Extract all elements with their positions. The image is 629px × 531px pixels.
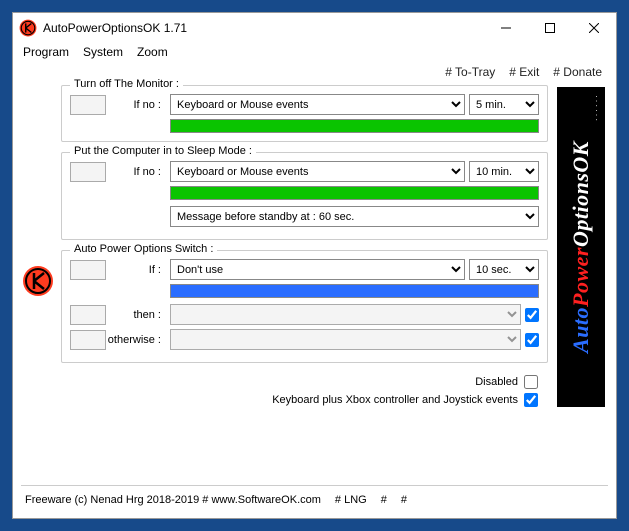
switch-progress: [170, 284, 539, 298]
window-title: AutoPowerOptionsOK 1.71: [43, 21, 484, 35]
window-controls: [484, 13, 616, 43]
switch-then-select[interactable]: [170, 304, 521, 325]
disabled-checkbox[interactable]: [524, 375, 538, 389]
monitor-time-select[interactable]: 5 min.: [469, 94, 539, 115]
banner-auto: Auto: [568, 307, 593, 353]
titlebar: AutoPowerOptionsOK 1.71: [13, 13, 616, 43]
menu-system[interactable]: System: [83, 45, 123, 59]
bottom-checks: Disabled Keyboard plus Xbox controller a…: [61, 373, 548, 413]
menubar: Program System Zoom: [13, 43, 616, 63]
side-logo-icon: [22, 265, 54, 297]
kbxbox-label: Keyboard plus Xbox controller and Joysti…: [272, 394, 518, 406]
kbxbox-checkbox[interactable]: [524, 393, 538, 407]
group-sleep-title: Put the Computer in to Sleep Mode :: [70, 145, 256, 157]
switch-otherwise-checkbox[interactable]: [525, 333, 539, 347]
otherwise-indicator: [70, 330, 106, 350]
disabled-row: Disabled: [475, 375, 538, 389]
switch-otherwise-label: otherwise :: [106, 330, 166, 350]
monitor-ifno-label: If no :: [106, 95, 166, 115]
footer-text: Freeware (c) Nenad Hrg 2018-2019 # www.S…: [25, 494, 321, 506]
group-monitor: Turn off The Monitor : If no : Keyboard …: [61, 85, 548, 142]
switch-then-checkbox[interactable]: [525, 308, 539, 322]
monitor-event-select[interactable]: Keyboard or Mouse events: [170, 94, 465, 115]
footer-lng[interactable]: # LNG: [335, 494, 367, 506]
menu-zoom[interactable]: Zoom: [137, 45, 168, 59]
link-donate[interactable]: # Donate: [553, 65, 602, 79]
banner-power: Power: [568, 247, 593, 307]
monitor-progress: [170, 119, 539, 133]
switch-indicator: [70, 260, 106, 280]
sleep-message-select[interactable]: Message before standby at : 60 sec.: [170, 206, 539, 227]
kbxbox-row: Keyboard plus Xbox controller and Joysti…: [272, 393, 538, 407]
sleep-ifno-label: If no :: [106, 162, 166, 182]
switch-time-select[interactable]: 10 sec.: [469, 259, 539, 280]
switch-then-label: then :: [106, 305, 166, 325]
footer-h2[interactable]: #: [401, 494, 407, 506]
switch-if-label: If :: [106, 260, 166, 280]
group-sleep: Put the Computer in to Sleep Mode : If n…: [61, 152, 548, 240]
sleep-event-select[interactable]: Keyboard or Mouse events: [170, 161, 465, 182]
sleep-time-select[interactable]: 10 min.: [469, 161, 539, 182]
banner-ok: OK: [568, 141, 593, 173]
group-switch-title: Auto Power Options Switch :: [70, 243, 217, 255]
banner-text: AutoPowerOptionsOK: [568, 141, 594, 353]
monitor-indicator: [70, 95, 106, 115]
body: Turn off The Monitor : If no : Keyboard …: [13, 85, 616, 477]
center-col: Turn off The Monitor : If no : Keyboard …: [57, 85, 552, 477]
group-switch: Auto Power Options Switch : If : Don't u…: [61, 250, 548, 363]
banner-options: Options: [568, 173, 593, 247]
switch-otherwise-select[interactable]: [170, 329, 521, 350]
footer: Freeware (c) Nenad Hrg 2018-2019 # www.S…: [21, 485, 608, 518]
switch-if-select[interactable]: Don't use: [170, 259, 465, 280]
link-to-tray[interactable]: # To-Tray: [445, 65, 495, 79]
sleep-progress: [170, 186, 539, 200]
banner-dots-icon: ······: [592, 95, 601, 123]
sleep-indicator: [70, 162, 106, 182]
app-icon: [19, 19, 37, 37]
disabled-label: Disabled: [475, 376, 518, 388]
left-logo-col: [19, 85, 57, 477]
right-col: ······ AutoPowerOptionsOK: [552, 85, 610, 477]
menu-program[interactable]: Program: [23, 45, 69, 59]
footer-h1[interactable]: #: [381, 494, 387, 506]
app-window: AutoPowerOptionsOK 1.71 Program System Z…: [12, 12, 617, 519]
link-exit[interactable]: # Exit: [509, 65, 539, 79]
minimize-button[interactable]: [484, 13, 528, 43]
maximize-button[interactable]: [528, 13, 572, 43]
close-button[interactable]: [572, 13, 616, 43]
brand-banner: ······ AutoPowerOptionsOK: [557, 87, 605, 407]
then-indicator: [70, 305, 106, 325]
group-monitor-title: Turn off The Monitor :: [70, 78, 183, 90]
